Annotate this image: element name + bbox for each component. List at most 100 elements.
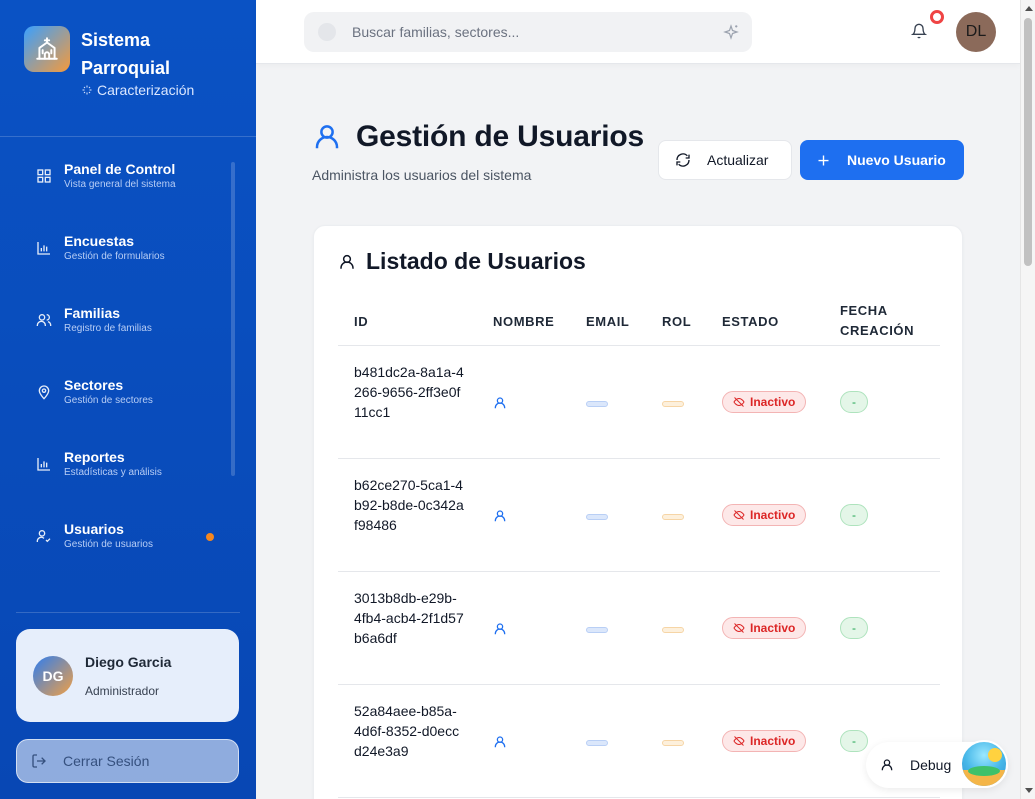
table-header: ID NOMBRE EMAIL ROL ESTADO FECHA CREACIÓ…	[338, 296, 940, 346]
avatar[interactable]: DL	[956, 12, 996, 52]
card-title: Listado de Usuarios	[366, 248, 586, 274]
cell-id: 3013b8db-e29b-4fb4-acb4-2f1d57b6a6df	[354, 590, 464, 646]
sidebar-item-label: Panel de Control	[64, 160, 176, 177]
table-row[interactable]: b62ce270-5ca1-4b92-b8de-0c342af98486 Ina…	[338, 459, 940, 572]
user-icon	[494, 397, 506, 409]
column-header-nombre[interactable]: NOMBRE	[493, 312, 554, 332]
sidebar-item-usuarios[interactable]: Usuarios Gestión de usuarios	[22, 510, 218, 562]
role-placeholder	[662, 514, 684, 520]
role-placeholder	[662, 627, 684, 633]
new-user-button[interactable]: Nuevo Usuario	[800, 140, 964, 180]
logout-button[interactable]: Cerrar Sesión	[16, 739, 239, 783]
sidebar: Sistema Parroquial Caracterización Panel…	[0, 0, 256, 799]
status-label: Inactivo	[750, 621, 796, 635]
column-header-fecha-line1: FECHA	[840, 303, 888, 318]
column-header-estado[interactable]: ESTADO	[722, 312, 779, 332]
island-shape	[968, 766, 1000, 776]
divider	[0, 136, 256, 137]
map-pin-icon	[34, 382, 54, 402]
sidebar-item-sub: Gestión de usuarios	[64, 538, 153, 550]
sidebar-item-reportes[interactable]: Reportes Estadísticas y análisis	[22, 438, 218, 490]
status-badge: Inactivo	[722, 730, 807, 752]
column-header-email[interactable]: EMAIL	[586, 312, 629, 332]
refresh-button[interactable]: Actualizar	[658, 140, 792, 180]
sidebar-item-sub: Gestión de formularios	[64, 250, 165, 262]
sparkle-icon[interactable]	[722, 23, 740, 41]
bar-chart-icon	[34, 238, 54, 258]
sidebar-item-label: Encuestas	[64, 232, 135, 249]
sidebar-item-label: Usuarios	[64, 520, 124, 537]
sun-shape	[988, 748, 1002, 762]
refresh-icon	[676, 153, 690, 167]
table-row[interactable]: 52a84aee-b85a-4d6f-8352-d0eccd24e3a9 Ina…	[338, 685, 940, 798]
brand-subtitle: Caracterización	[81, 82, 201, 98]
column-header-fecha-line2: CREACIÓN	[840, 323, 915, 338]
email-placeholder	[586, 514, 608, 520]
church-logo-icon	[24, 26, 70, 72]
sidebar-item-encuestas[interactable]: Encuestas Gestión de formularios	[22, 222, 218, 274]
sidebar-item-panel-de-control[interactable]: Panel de Control Vista general del siste…	[22, 150, 218, 202]
sidebar-item-label: Sectores	[64, 376, 124, 393]
scroll-thumb[interactable]	[1024, 18, 1032, 266]
users-icon	[34, 310, 54, 330]
topbar: DL	[256, 0, 1020, 64]
table-row[interactable]: b481dc2a-8a1a-4266-9656-2ff3e0f11cc1 Ina…	[338, 346, 940, 459]
column-header-id[interactable]: ID	[354, 312, 368, 332]
role-placeholder	[662, 740, 684, 746]
brand: Sistema Parroquial Caracterización	[24, 26, 201, 98]
email-placeholder	[586, 627, 608, 633]
refresh-label: Actualizar	[707, 152, 769, 168]
users-card: Listado de Usuarios ID NOMBRE EMAIL ROL …	[313, 225, 963, 799]
table-row[interactable]: 3013b8db-e29b-4fb4-acb4-2f1d57b6a6df Ina…	[338, 572, 940, 685]
date-badge: -	[840, 504, 868, 526]
sidebar-item-sub: Vista general del sistema	[64, 178, 176, 190]
grid-icon	[34, 166, 54, 186]
search-icon	[318, 23, 336, 41]
new-user-label: Nuevo Usuario	[847, 152, 946, 168]
bar-chart-icon	[34, 454, 54, 474]
email-placeholder	[586, 740, 608, 746]
plus-icon	[818, 155, 829, 165]
date-badge: -	[840, 391, 868, 413]
page-title: Gestión de Usuarios	[356, 120, 644, 153]
eye-off-icon	[733, 623, 745, 633]
user-icon	[494, 736, 506, 748]
user-card[interactable]: DG Diego Garcia Administrador	[16, 629, 239, 722]
status-badge: Inactivo	[722, 504, 807, 526]
cell-id: b481dc2a-8a1a-4266-9656-2ff3e0f11cc1	[354, 364, 464, 420]
status-badge: Inactivo	[722, 391, 807, 413]
sidebar-item-label: Reportes	[64, 448, 125, 465]
eye-off-icon	[733, 510, 745, 520]
sparkle-icon	[82, 85, 92, 95]
column-header-rol[interactable]: ROL	[662, 312, 691, 332]
user-icon	[315, 125, 339, 149]
sidebar-item-familias[interactable]: Familias Registro de familias	[22, 294, 218, 346]
search-input[interactable]	[352, 24, 712, 40]
sidebar-item-sectores[interactable]: Sectores Gestión de sectores	[22, 366, 218, 418]
page-subtitle: Administra los usuarios del sistema	[312, 167, 532, 183]
scroll-down-arrow-icon[interactable]	[1025, 788, 1033, 793]
island-avatar-icon[interactable]	[960, 740, 1008, 788]
user-icon	[494, 510, 506, 522]
sidebar-item-sub: Gestión de sectores	[64, 394, 153, 406]
bell-icon[interactable]	[911, 22, 927, 40]
cell-id: b62ce270-5ca1-4b92-b8de-0c342af98486	[354, 477, 464, 533]
logout-label: Cerrar Sesión	[63, 753, 150, 769]
brand-subtitle-label: Caracterización	[97, 82, 195, 98]
user-name: Diego Garcia	[85, 653, 172, 670]
user-icon	[340, 254, 354, 269]
column-header-fecha[interactable]: FECHA CREACIÓN	[840, 301, 914, 341]
email-placeholder	[586, 401, 608, 407]
user-role: Administrador	[85, 683, 160, 698]
status-label: Inactivo	[750, 395, 796, 409]
scroll-up-arrow-icon[interactable]	[1025, 6, 1033, 11]
status-label: Inactivo	[750, 508, 796, 522]
notification-badge	[930, 10, 944, 24]
sidebar-scrollbar[interactable]	[231, 162, 235, 476]
user-check-icon	[34, 526, 54, 546]
search-bar[interactable]	[304, 12, 752, 52]
logout-icon	[32, 754, 46, 768]
cell-id: 52a84aee-b85a-4d6f-8352-d0eccd24e3a9	[354, 703, 460, 759]
debug-label: Debug	[910, 757, 952, 773]
page-scrollbar[interactable]	[1020, 0, 1035, 799]
